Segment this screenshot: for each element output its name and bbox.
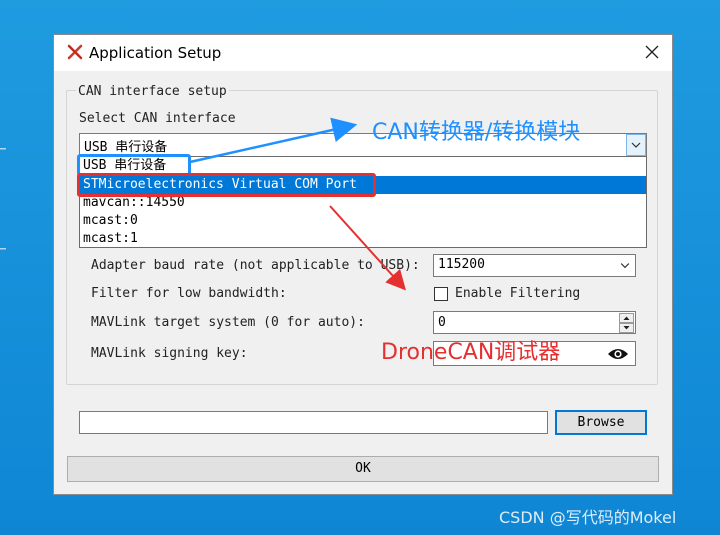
browse-button[interactable]: Browse [555,410,647,435]
select-interface-label: Select CAN interface [79,111,236,126]
mavlink-target-value: 0 [438,315,446,330]
close-icon[interactable] [644,44,660,60]
enable-filtering-label: Enable Filtering [455,286,581,301]
desktop-icon-fragment: ⋯ [0,244,7,255]
spin-down-icon[interactable] [619,323,634,333]
csdn-watermark: CSDN @写代码的Mokel [499,508,677,527]
enable-filtering-checkbox[interactable] [434,287,448,301]
mavlink-target-spinbox[interactable]: 0 [433,311,636,334]
eye-icon[interactable] [607,347,629,361]
window-title: Application Setup [89,44,222,62]
chevron-down-icon[interactable] [626,134,646,156]
dropdown-option[interactable]: mcast:0 [80,212,646,230]
app-x-icon [67,44,83,60]
file-path-field[interactable] [79,411,548,434]
filter-label: Filter for low bandwidth: [91,286,287,301]
group-title: CAN interface setup [76,84,229,99]
interface-selected-value: USB 串行设备 [84,140,168,155]
baud-rate-value: 115200 [438,257,485,272]
ok-button[interactable]: OK [67,456,659,482]
mavlink-target-label: MAVLink target system (0 for auto): [91,315,365,330]
title-bar: Application Setup [54,35,672,71]
desktop-icon-fragment: ⋯ [0,144,7,155]
spin-up-icon[interactable] [619,313,634,323]
red-highlight-box [77,173,376,197]
baud-rate-label: Adapter baud rate (not applicable to USB… [91,258,420,273]
annotation-can-converter: CAN转换器/转换模块 [372,120,581,145]
dropdown-option[interactable]: mcast:1 [80,230,646,248]
mavlink-signing-key-label: MAVLink signing key: [91,346,248,361]
annotation-dronecan-debugger: DroneCAN调试器 [381,340,561,365]
baud-rate-combobox[interactable]: 115200 [433,254,636,277]
chevron-down-icon[interactable] [615,255,635,276]
